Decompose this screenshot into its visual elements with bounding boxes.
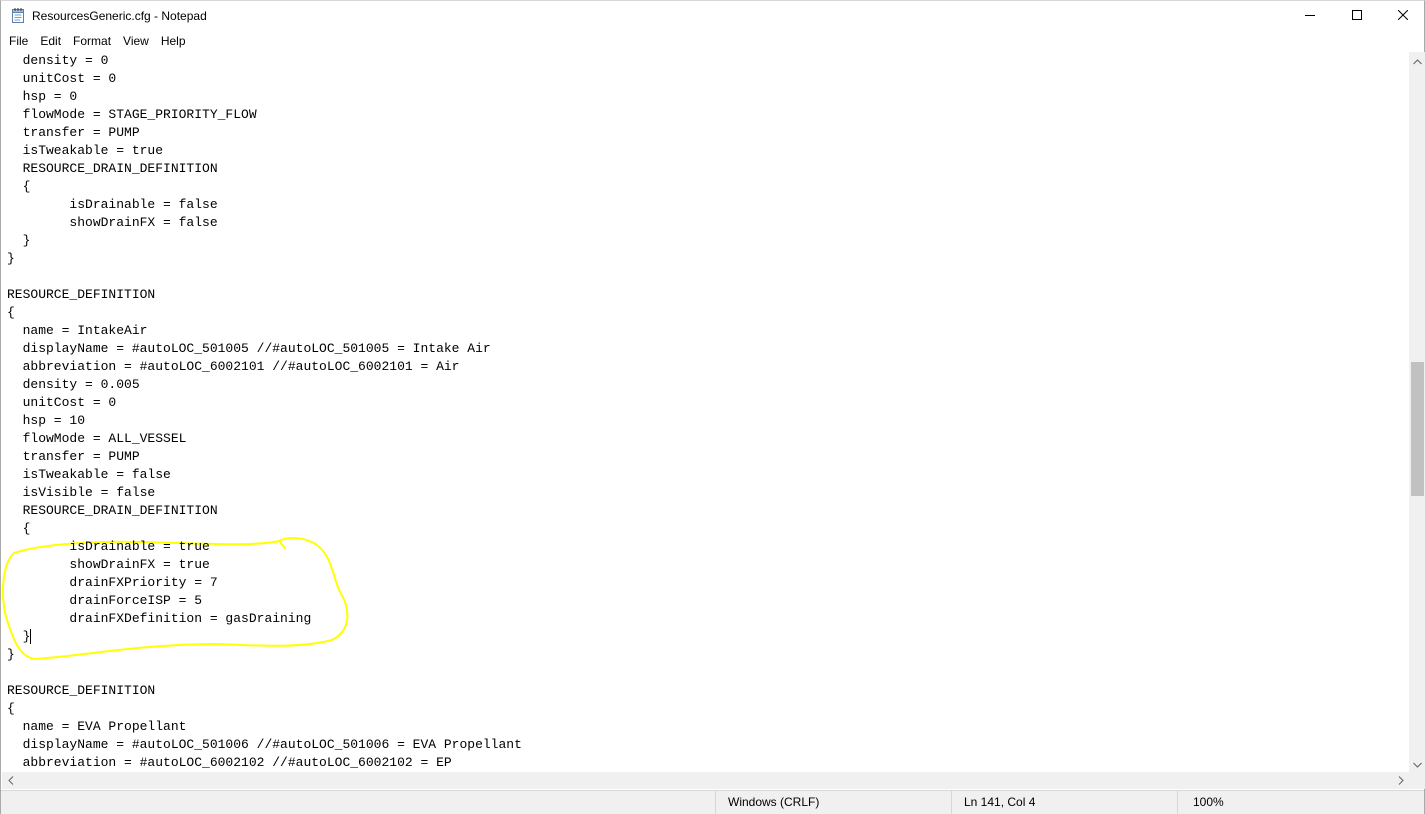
menu-format[interactable]: Format xyxy=(67,32,117,51)
text-line: unitCost = 0 xyxy=(7,395,117,410)
scroll-down-button[interactable] xyxy=(1409,755,1425,772)
scroll-left-button[interactable] xyxy=(2,772,19,789)
menu-edit[interactable]: Edit xyxy=(34,32,67,51)
text-line: flowMode = ALL_VESSEL xyxy=(7,431,187,446)
text-line: } xyxy=(7,251,15,266)
text-line: isDrainable = true xyxy=(7,539,210,554)
scrollbar-corner xyxy=(1409,772,1425,789)
text-line: isDrainable = false xyxy=(7,197,218,212)
menu-help[interactable]: Help xyxy=(155,32,192,51)
notepad-icon xyxy=(12,8,25,23)
chevron-left-icon xyxy=(7,772,14,790)
text-line: { xyxy=(7,521,31,536)
chevron-down-icon xyxy=(1413,755,1422,773)
text-line: displayName = #autoLOC_501006 //#autoLOC… xyxy=(7,737,522,752)
close-icon xyxy=(1397,7,1409,25)
text-line: name = EVA Propellant xyxy=(7,719,187,734)
scroll-right-button[interactable] xyxy=(1392,772,1409,789)
text-caret xyxy=(30,629,32,644)
window-title: ResourcesGeneric.cfg - Notepad xyxy=(32,9,207,23)
menu-view[interactable]: View xyxy=(117,32,155,51)
text-line: transfer = PUMP xyxy=(7,449,140,464)
text-line: transfer = PUMP xyxy=(7,125,140,140)
text-line: RESOURCE_DEFINITION xyxy=(7,683,156,698)
text-line: showDrainFX = false xyxy=(7,215,218,230)
minimize-icon xyxy=(1305,7,1315,25)
text-line: abbreviation = #autoLOC_6002102 //#autoL… xyxy=(7,755,452,770)
text-line: { xyxy=(7,701,15,716)
horizontal-scrollbar[interactable] xyxy=(2,772,1409,789)
close-button[interactable] xyxy=(1380,1,1425,31)
text-line: hsp = 0 xyxy=(7,89,78,104)
menu-file[interactable]: File xyxy=(1,32,34,51)
maximize-icon xyxy=(1352,7,1362,25)
text-line: density = 0.005 xyxy=(7,377,140,392)
text-editor[interactable]: density = 0 unitCost = 0 hsp = 0 flowMod… xyxy=(2,52,1409,772)
vertical-scroll-thumb[interactable] xyxy=(1411,362,1424,496)
notepad-window: ResourcesGeneric.cfg - Notepad File Edit… xyxy=(0,0,1425,814)
text-line: RESOURCE_DRAIN_DEFINITION xyxy=(7,161,218,176)
chevron-right-icon xyxy=(1398,772,1404,790)
text-line: isVisible = false xyxy=(7,485,156,500)
vertical-scrollbar[interactable] xyxy=(1409,52,1425,772)
status-line-ending: Windows (CRLF) xyxy=(715,791,951,814)
scroll-up-button[interactable] xyxy=(1409,52,1425,69)
text-line: hsp = 10 xyxy=(7,413,86,428)
text-line: } xyxy=(7,233,31,248)
text-line: drainForceISP = 5 xyxy=(7,593,203,608)
text-line: showDrainFX = true xyxy=(7,557,210,572)
chevron-up-icon xyxy=(1413,52,1422,70)
text-line: flowMode = STAGE_PRIORITY_FLOW xyxy=(7,107,257,122)
text-line: } xyxy=(7,647,15,662)
status-zoom: 100% xyxy=(1177,791,1424,814)
status-bar: Windows (CRLF) Ln 141, Col 4 100% xyxy=(1,790,1424,814)
text-line: RESOURCE_DRAIN_DEFINITION xyxy=(7,503,218,518)
status-cursor-position: Ln 141, Col 4 xyxy=(951,791,1177,814)
text-line: { xyxy=(7,305,15,320)
text-line: } xyxy=(7,629,31,644)
menu-bar: File Edit Format View Help xyxy=(1,32,1424,51)
text-line: name = IntakeAir xyxy=(7,323,148,338)
text-line: displayName = #autoLOC_501005 //#autoLOC… xyxy=(7,341,491,356)
text-line: drainFXDefinition = gasDraining xyxy=(7,611,312,626)
text-line: { xyxy=(7,179,31,194)
text-line: isTweakable = true xyxy=(7,143,164,158)
text-line: abbreviation = #autoLOC_6002101 //#autoL… xyxy=(7,359,460,374)
minimize-button[interactable] xyxy=(1287,1,1333,31)
title-bar[interactable]: ResourcesGeneric.cfg - Notepad xyxy=(1,1,1424,31)
text-line: RESOURCE_DEFINITION xyxy=(7,287,156,302)
text-line: density = 0 xyxy=(7,53,109,68)
maximize-button[interactable] xyxy=(1334,1,1380,31)
text-line: isTweakable = false xyxy=(7,467,171,482)
text-line: drainFXPriority = 7 xyxy=(7,575,218,590)
text-line: unitCost = 0 xyxy=(7,71,117,86)
